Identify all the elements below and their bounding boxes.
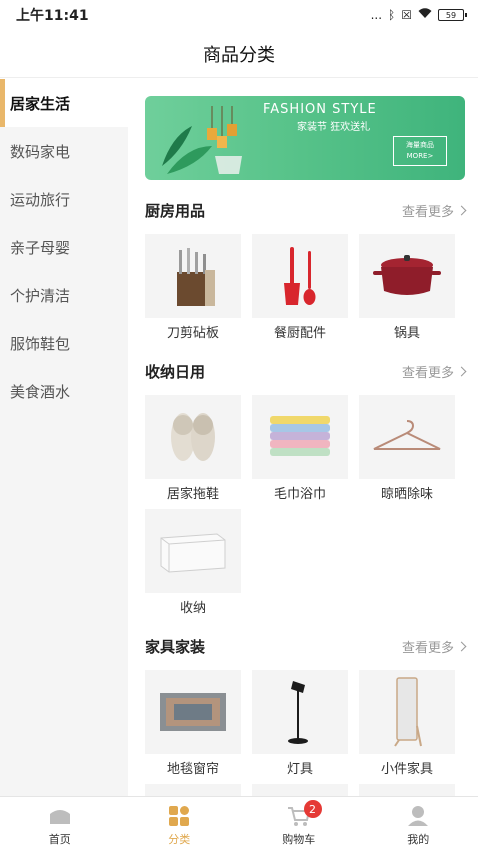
view-more-label: 查看更多: [401, 204, 454, 220]
view-more-link[interactable]: 查看更多: [401, 637, 467, 656]
battery-icon: 59: [438, 9, 467, 21]
category-tile-storage[interactable]: 收纳: [145, 509, 241, 616]
section-title: 收纳日用: [145, 362, 206, 381]
banner-title: FASHION STYLE: [263, 102, 377, 117]
category-sidebar: 居家生活 数码家电 运动旅行 亲子母婴 个护清洁 服饰鞋包 美食酒水: [0, 79, 128, 796]
pot-icon: [359, 234, 455, 318]
bottom-tab-bar: 首页 分类 2 购物车 我的: [0, 796, 478, 850]
chevron-right-icon: [456, 366, 467, 376]
tile-label: 锅具: [393, 326, 420, 341]
view-more-link[interactable]: 查看更多: [401, 362, 467, 381]
chevron-right-icon: [456, 641, 467, 651]
more-dots: ...: [370, 8, 383, 22]
status-icons: ... ᛒ ☒ 59: [370, 8, 467, 22]
category-tile-rugs[interactable]: 地毯窗帘: [145, 670, 241, 777]
category-icon: [167, 805, 191, 827]
profile-icon: [406, 805, 430, 827]
sim-off-icon: ☒: [401, 8, 412, 22]
tab-category[interactable]: 分类: [120, 797, 240, 850]
hanger-icon: [359, 395, 455, 479]
tab-label: 分类: [168, 833, 191, 846]
section-header-kitchen: 厨房用品 查看更多: [145, 198, 467, 222]
sidebar-item-label: 服饰鞋包: [10, 334, 71, 353]
view-more-link[interactable]: 查看更多: [401, 201, 467, 220]
category-tile-small-furniture[interactable]: 小件家具: [359, 670, 455, 777]
sidebar-item-label: 运动旅行: [10, 190, 71, 209]
promo-banner[interactable]: FASHION STYLE 家装节 狂欢送礼 海量商品 MORE>: [145, 96, 465, 180]
banner-subtitle: 家装节 狂欢送礼: [297, 122, 371, 133]
knife-block-icon: [145, 234, 241, 318]
category-tile-partial: [145, 784, 241, 796]
sidebar-item-home-living[interactable]: 居家生活: [0, 79, 128, 127]
sidebar-item-label: 居家生活: [10, 94, 71, 113]
rug-icon: [145, 670, 241, 754]
sidebar-item-sports-travel[interactable]: 运动旅行: [0, 175, 128, 223]
view-more-label: 查看更多: [401, 640, 454, 656]
tile-label: 居家拖鞋: [166, 487, 219, 502]
sidebar-item-label: 数码家电: [10, 142, 71, 161]
lamp-icon: [252, 670, 348, 754]
tile-label: 餐厨配件: [273, 326, 326, 341]
tile-label: 毛巾浴巾: [273, 487, 326, 502]
tab-label: 我的: [407, 833, 430, 846]
tile-label: 晾晒除味: [380, 487, 433, 502]
status-time: 上午11:41: [16, 8, 89, 24]
section-title: 家具家装: [145, 637, 206, 656]
category-tile-towels[interactable]: 毛巾浴巾: [252, 395, 348, 502]
tile-label: 收纳: [179, 601, 206, 616]
banner-badge-line2: MORE>: [406, 152, 434, 160]
sidebar-item-digital[interactable]: 数码家电: [0, 127, 128, 175]
sidebar-item-apparel[interactable]: 服饰鞋包: [0, 319, 128, 367]
section-header-storage: 收纳日用 查看更多: [145, 359, 467, 383]
mirror-icon: [359, 670, 455, 754]
tile-label: 小件家具: [380, 762, 433, 777]
category-content: FASHION STYLE 家装节 狂欢送礼 海量商品 MORE> 厨房用品 查…: [128, 79, 478, 796]
category-tile-cookware[interactable]: 锅具: [359, 234, 455, 341]
tab-label: 购物车: [282, 833, 316, 846]
sidebar-item-mother-baby[interactable]: 亲子母婴: [0, 223, 128, 271]
section-title: 厨房用品: [145, 201, 206, 220]
sidebar-item-personal-care[interactable]: 个护清洁: [0, 271, 128, 319]
tile-label: 灯具: [286, 762, 313, 777]
category-tile-utensils[interactable]: 餐厨配件: [252, 234, 348, 341]
category-tile-lamps[interactable]: 灯具: [252, 670, 348, 777]
category-tile-knives[interactable]: 刀剪砧板: [145, 234, 241, 341]
tab-label: 首页: [48, 833, 71, 846]
spatula-icon: [252, 234, 348, 318]
category-tile-partial: [252, 784, 348, 796]
category-tile-drying[interactable]: 晾晒除味: [359, 395, 455, 502]
home-icon: [48, 805, 72, 827]
sidebar-item-label: 个护清洁: [10, 286, 71, 305]
view-more-label: 查看更多: [401, 365, 454, 381]
section-header-furniture: 家具家装 查看更多: [145, 634, 467, 658]
tile-label: 地毯窗帘: [166, 762, 219, 777]
page-title: 商品分类: [203, 44, 275, 66]
nav-bar: 商品分类: [0, 30, 478, 78]
banner-more-badge: 海量商品 MORE>: [393, 136, 447, 166]
banner-badge-line1: 海量商品: [406, 141, 434, 149]
category-tile-partial: [359, 784, 455, 796]
tab-cart[interactable]: 2 购物车: [239, 797, 359, 850]
storage-box-icon: [145, 509, 241, 593]
slippers-icon: [145, 395, 241, 479]
tile-label: 刀剪砧板: [166, 326, 219, 341]
category-tile-slippers[interactable]: 居家拖鞋: [145, 395, 241, 502]
bluetooth-icon: ᛒ: [388, 8, 396, 22]
cart-count-badge: 2: [303, 800, 322, 818]
towels-icon: [252, 395, 348, 479]
plant-lamp-illustration: [162, 106, 242, 174]
sidebar-item-label: 美食酒水: [10, 382, 71, 401]
sidebar-item-label: 亲子母婴: [10, 238, 71, 257]
tab-home[interactable]: 首页: [0, 797, 120, 850]
chevron-right-icon: [456, 205, 467, 215]
status-bar: 上午11:41 ... ᛒ ☒ 59: [0, 0, 478, 30]
wifi-icon: [418, 8, 432, 22]
tab-profile[interactable]: 我的: [359, 797, 478, 850]
sidebar-item-food-drink[interactable]: 美食酒水: [0, 367, 128, 415]
